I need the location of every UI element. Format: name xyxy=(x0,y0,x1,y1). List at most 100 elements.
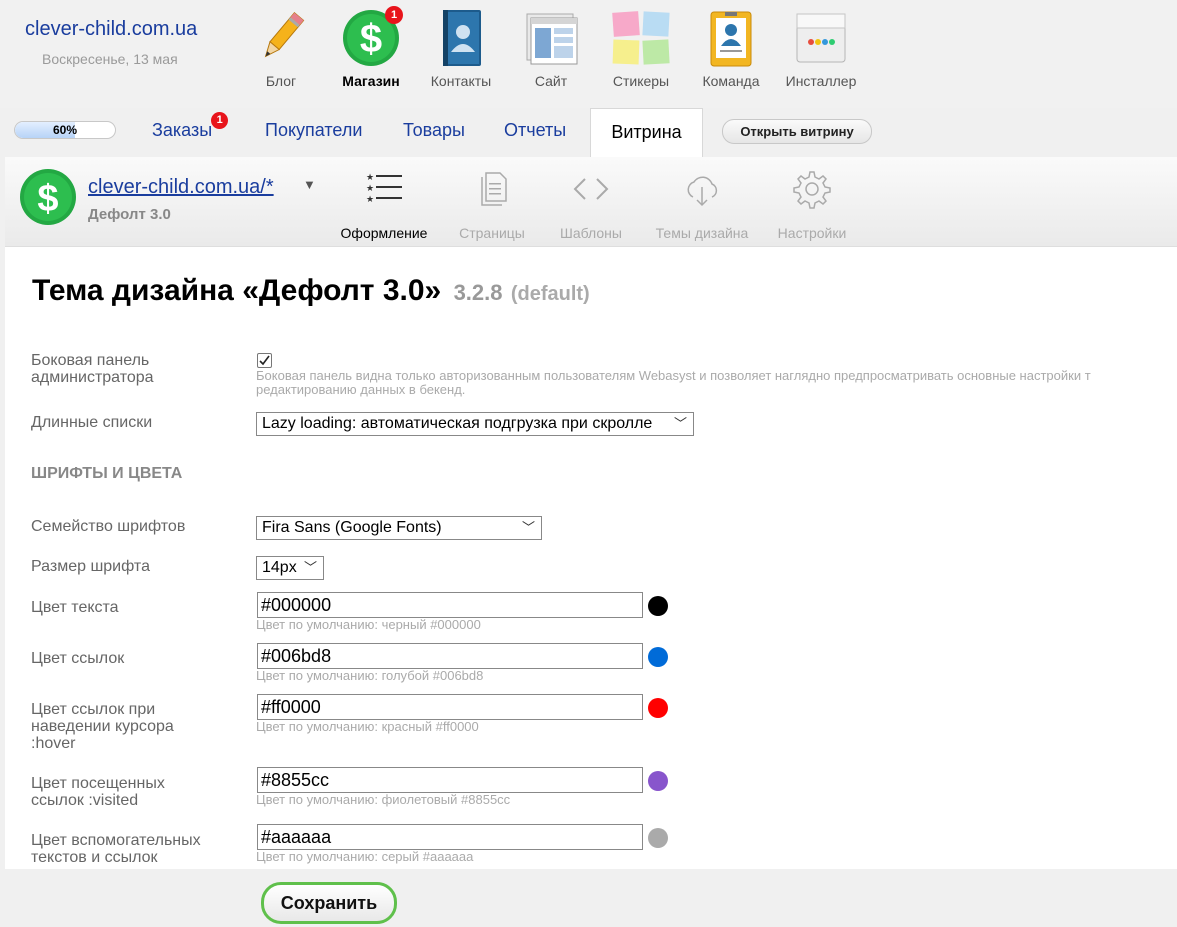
font-family-label: Семейство шрифтов xyxy=(31,518,186,535)
stickers-icon xyxy=(611,8,671,68)
app-contacts[interactable]: Контакты xyxy=(421,8,501,89)
admin-panel-hint: Боковая панель видна только авторизованн… xyxy=(256,369,1091,397)
shop-dollar-icon: $ 1 xyxy=(341,6,403,68)
section-fonts-colors: ШРИФТЫ И ЦВЕТА xyxy=(31,465,183,482)
long-lists-value: Lazy loading: автоматическая подгрузка п… xyxy=(262,415,653,432)
tab-pages[interactable]: Страницы xyxy=(442,169,542,241)
storefront-url-link[interactable]: clever-child.com.ua/* xyxy=(88,176,274,199)
hover-color-hint: Цвет по умолчанию: красный #ff0000 xyxy=(256,719,479,734)
page-title-text: Тема дизайна «Дефолт 3.0» xyxy=(32,274,442,307)
svg-text:$: $ xyxy=(37,178,58,220)
cloud-download-icon xyxy=(682,169,722,209)
bottom-action-bar: Сохранить xyxy=(0,869,1177,927)
contacts-book-icon xyxy=(431,8,491,68)
site-name-link[interactable]: clever-child.com.ua xyxy=(25,18,197,41)
visited-color-input[interactable]: #8855cc xyxy=(257,767,643,793)
font-family-select[interactable]: Fira Sans (Google Fonts) ﹀ xyxy=(256,516,542,540)
storefront-panel: $ clever-child.com.ua/* ▼ Дефолт 3.0 ★ ★… xyxy=(5,157,1177,869)
font-family-value: Fira Sans (Google Fonts) xyxy=(262,519,442,536)
storefront-subheader: $ clever-child.com.ua/* ▼ Дефолт 3.0 ★ ★… xyxy=(5,157,1177,247)
chevron-down-icon: ﹀ xyxy=(673,416,687,431)
tab-design-themes-label: Темы дизайна xyxy=(655,225,749,241)
font-size-value: 14px xyxy=(262,559,297,576)
top-app-bar: clever-child.com.ua Воскресенье, 13 мая … xyxy=(0,0,1177,108)
tab-design-themes[interactable]: Темы дизайна xyxy=(652,169,752,241)
hover-color-swatch[interactable] xyxy=(648,698,668,718)
installer-box-icon xyxy=(791,8,851,68)
text-color-label: Цвет текста xyxy=(31,599,119,616)
app-stickers-label: Стикеры xyxy=(612,73,670,89)
app-shop-label: Магазин xyxy=(342,73,400,89)
visited-color-swatch[interactable] xyxy=(648,771,668,791)
text-color-input[interactable]: #000000 xyxy=(257,592,643,618)
tab-orders-label: Заказы xyxy=(152,120,213,140)
app-blog[interactable]: Блог xyxy=(241,8,321,89)
app-site[interactable]: Сайт xyxy=(511,8,591,89)
gear-icon xyxy=(792,169,832,209)
svg-text:★: ★ xyxy=(366,194,374,204)
app-installer[interactable]: Инсталлер xyxy=(781,8,861,89)
progress-bar[interactable]: 60% xyxy=(14,121,116,139)
secondary-color-input[interactable]: #aaaaaa xyxy=(257,824,643,850)
current-date: Воскресенье, 13 мая xyxy=(42,51,178,67)
app-team-label: Команда xyxy=(702,73,760,89)
pages-icon xyxy=(472,169,512,209)
tab-templates-label: Шаблоны xyxy=(560,225,622,241)
checkmark-icon xyxy=(259,355,270,366)
tab-products[interactable]: Товары xyxy=(403,120,465,141)
tab-pages-label: Страницы xyxy=(459,225,525,241)
save-button[interactable]: Сохранить xyxy=(261,882,397,924)
tab-settings-label: Настройки xyxy=(777,225,847,241)
chevron-down-icon: ﹀ xyxy=(521,520,535,535)
svg-text:$: $ xyxy=(360,17,382,61)
code-brackets-icon xyxy=(571,169,611,209)
app-contacts-label: Контакты xyxy=(430,73,492,89)
admin-panel-checkbox[interactable] xyxy=(257,353,272,368)
app-stickers[interactable]: Стикеры xyxy=(601,8,681,89)
visited-color-hint: Цвет по умолчанию: фиолетовый #8855cc xyxy=(256,792,511,807)
list-stars-icon: ★ ★ ★ xyxy=(364,169,404,209)
secondary-color-label: Цвет вспомогательных текстов и ссылок xyxy=(31,832,201,866)
app-shop[interactable]: $ 1 Магазин xyxy=(331,6,411,89)
font-size-select[interactable]: 14px ﹀ xyxy=(256,556,324,580)
pencil-icon xyxy=(251,8,311,68)
orders-badge: 1 xyxy=(211,112,229,129)
link-color-input[interactable]: #006bd8 xyxy=(257,643,643,669)
link-color-label: Цвет ссылок xyxy=(31,650,125,667)
theme-name: Дефолт 3.0 xyxy=(88,206,171,223)
tab-design[interactable]: ★ ★ ★ Оформление xyxy=(334,169,434,241)
text-color-swatch[interactable] xyxy=(648,596,668,616)
open-storefront-button[interactable]: Открыть витрину xyxy=(722,119,872,144)
secondary-color-swatch[interactable] xyxy=(648,828,668,848)
hover-color-label: Цвет ссылок при наведении курсора :hover xyxy=(31,701,174,752)
team-badge-icon xyxy=(701,8,761,68)
app-team[interactable]: Команда xyxy=(691,8,771,89)
hover-color-input[interactable]: #ff0000 xyxy=(257,694,643,720)
text-color-hint: Цвет по умолчанию: черный #000000 xyxy=(256,617,481,632)
tab-settings[interactable]: Настройки xyxy=(762,169,862,241)
tab-reports[interactable]: Отчеты xyxy=(504,120,566,141)
visited-color-label: Цвет посещенных ссылок :visited xyxy=(31,775,165,809)
store-dollar-icon: $ xyxy=(19,168,77,226)
long-lists-label: Длинные списки xyxy=(31,414,153,431)
app-site-label: Сайт xyxy=(534,73,568,89)
tab-templates[interactable]: Шаблоны xyxy=(541,169,641,241)
page-title: Тема дизайна «Дефолт 3.0» 3.2.8 (default… xyxy=(32,274,590,308)
chevron-down-icon: ﹀ xyxy=(303,560,317,575)
app-blog-label: Блог xyxy=(265,73,297,89)
tab-customers[interactable]: Покупатели xyxy=(265,120,362,141)
tab-storefront[interactable]: Витрина xyxy=(590,108,703,158)
admin-panel-label: Боковая панель администратора xyxy=(31,352,154,386)
link-color-swatch[interactable] xyxy=(648,647,668,667)
tab-orders[interactable]: Заказы 1 xyxy=(152,112,229,141)
tab-design-label: Оформление xyxy=(340,225,428,241)
long-lists-select[interactable]: Lazy loading: автоматическая подгрузка п… xyxy=(256,412,694,436)
font-size-label: Размер шрифта xyxy=(31,558,150,575)
progress-label: 60% xyxy=(52,123,78,137)
chevron-down-icon[interactable]: ▼ xyxy=(303,177,316,192)
shop-badge: 1 xyxy=(385,6,403,24)
site-window-icon xyxy=(521,8,581,68)
app-installer-label: Инсталлер xyxy=(785,73,857,89)
svg-text:★: ★ xyxy=(366,172,374,182)
shop-nav: 60% Заказы 1 Покупатели Товары Отчеты Ви… xyxy=(0,108,1177,158)
